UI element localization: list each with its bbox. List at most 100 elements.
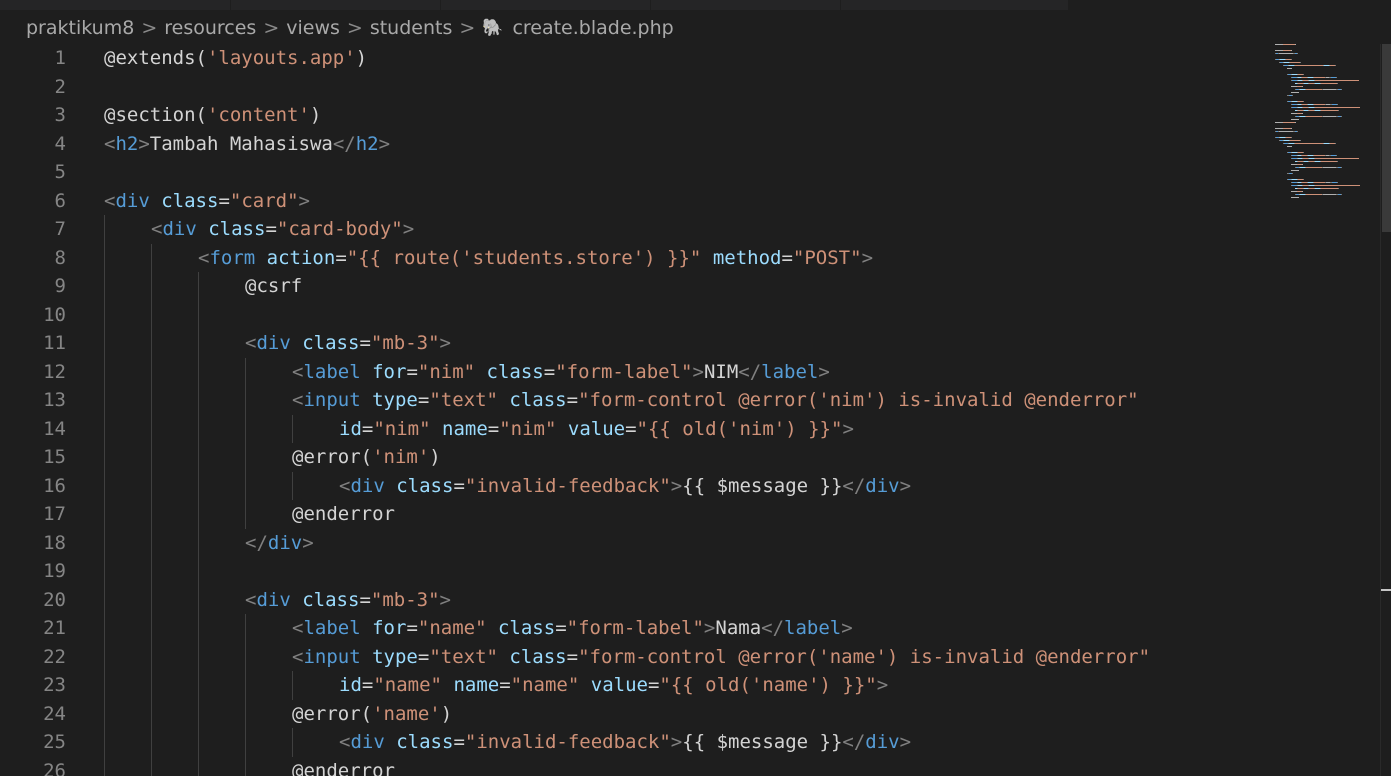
code-token: 'layouts.app' [206,47,356,69]
minimap-token [1336,77,1337,78]
indent-guide [104,414,105,443]
code-token: "nim" [417,360,476,383]
code-line[interactable]: 8 <form action="{{ route('students.store'… [0,243,1380,273]
code-token: > [402,218,415,240]
indent-guide [245,671,246,700]
code-line[interactable]: 7 <div class="card-body"> [0,215,1380,244]
breadcrumb-item-views[interactable]: views [286,14,340,42]
code-editor[interactable]: 1 @extends('layouts.app') 2 3 @section('cont… [0,44,1380,776]
code-line[interactable]: 15 @error('nim') [0,443,1380,472]
indent-guide [104,528,105,557]
code-line[interactable]: 26 @enderror [0,756,1380,776]
code-token: Nama [715,617,762,639]
code-token: action [266,246,336,269]
editor-tab[interactable] [230,0,441,10]
breadcrumb-item-resources[interactable]: resources [164,14,256,42]
code-line[interactable]: 18 </div> [0,528,1380,557]
code-token: label [303,360,361,383]
minimap[interactable] [1272,44,1372,204]
indent-guide [104,642,105,671]
line-number: 12 [43,360,66,383]
code-token: = [543,360,556,383]
indent-guide [104,300,105,329]
code-line[interactable]: 17 @enderror [0,500,1380,529]
editor-tabs-strip [0,0,1391,10]
code-line[interactable]: 16 <div class="invalid-feedback">{{ $mess… [0,471,1380,500]
code-line[interactable]: 12 <label for="nim" class="form-label">NI… [0,357,1380,386]
editor-tab[interactable] [0,0,231,10]
code-line[interactable]: 25 <div class="invalid-feedback">{{ $mess… [0,728,1380,757]
scrollbar-thumb[interactable] [1382,44,1391,232]
indent-guide [104,728,105,757]
indent-guide [245,642,246,671]
editor-tab[interactable] [650,0,841,10]
indent-guide [198,528,199,557]
code-token: > [842,417,854,440]
breadcrumb-item-students[interactable]: students [370,14,453,42]
code-line[interactable]: 24 @error('name') [0,699,1380,728]
indent-guide [245,386,246,415]
indent-guide [151,528,152,557]
indent-guide [151,756,152,776]
minimap-token [1295,44,1296,45]
code-token: NIM [703,360,739,383]
code-token: class [396,731,454,753]
code-line[interactable]: 4 <h2>Tambah Mahasiswa</h2> [0,130,1380,159]
line-number: 23 [43,674,66,696]
code-line[interactable]: 10 [0,300,1380,329]
code-line[interactable]: 5 [0,158,1380,187]
code-line[interactable]: 9 @csrf [0,272,1380,301]
indent-guide [198,272,199,301]
line-number: 3 [54,104,66,126]
indent-guide [104,357,105,386]
breadcrumb-item-file[interactable]: create.blade.php [512,14,673,42]
minimap-token [1335,65,1336,66]
code-token: 'nim' [372,446,430,468]
indent-guide [245,357,246,386]
code-token: "mb-3" [370,588,440,611]
minimap-token [1302,113,1303,114]
indent-guide [292,728,293,757]
vertical-scrollbar[interactable] [1380,44,1391,776]
minimap-token [1336,155,1337,156]
minimap-token [1283,128,1291,129]
code-line[interactable]: 14 id="nim" name="nim" value="{{ old('nim… [0,414,1380,443]
minimap-token [1279,53,1293,54]
minimap-token [1314,182,1325,183]
code-text: <form action="{{ route('students.store')… [198,244,873,273]
code-line[interactable]: 3 @section('content') [0,101,1380,130]
indent-guide [245,414,246,443]
code-line[interactable]: 2 [0,73,1380,102]
code-text: @extends('layouts.app') [104,44,367,73]
code-token: class [509,645,567,668]
editor-tab-active[interactable] [1068,0,1391,10]
breadcrumb-item-praktikum8[interactable]: praktikum8 [26,14,134,42]
minimap-token [1302,191,1303,192]
code-text: id="name" name="name" value="{{ old('nam… [339,671,888,700]
code-token: > [841,617,853,639]
code-token: </ [245,531,268,554]
minimap-token [1283,122,1295,123]
code-token: = [265,218,277,240]
code-token: class [396,474,454,497]
code-line[interactable]: 20 <div class="mb-3"> [0,585,1380,614]
minimap-token [1314,104,1325,105]
code-line[interactable]: 23 id="name" name="name" value="{{ old('n… [0,671,1380,700]
line-number: 13 [43,389,66,411]
code-line[interactable]: 6 <div class="card"> [0,187,1380,216]
indent-guide [198,699,199,728]
code-line[interactable]: 1 @extends('layouts.app') [0,44,1380,73]
code-line[interactable]: 22 <input type="text" class="form-control… [0,642,1380,671]
code-token: label [303,617,361,639]
editor-tab[interactable] [840,0,1069,10]
code-token: h2 [115,132,139,155]
code-token: class [302,588,360,611]
code-line[interactable]: 21 <label for="name" class="form-label">N… [0,614,1380,643]
code-line[interactable]: 19 [0,557,1380,586]
minimap-token [1295,122,1296,123]
code-line[interactable]: 13 <input type="text" class="form-control… [0,386,1380,415]
indent-guide [245,699,246,728]
editor-tab[interactable] [440,0,651,10]
code-line[interactable]: 11 <div class="mb-3"> [0,329,1380,358]
